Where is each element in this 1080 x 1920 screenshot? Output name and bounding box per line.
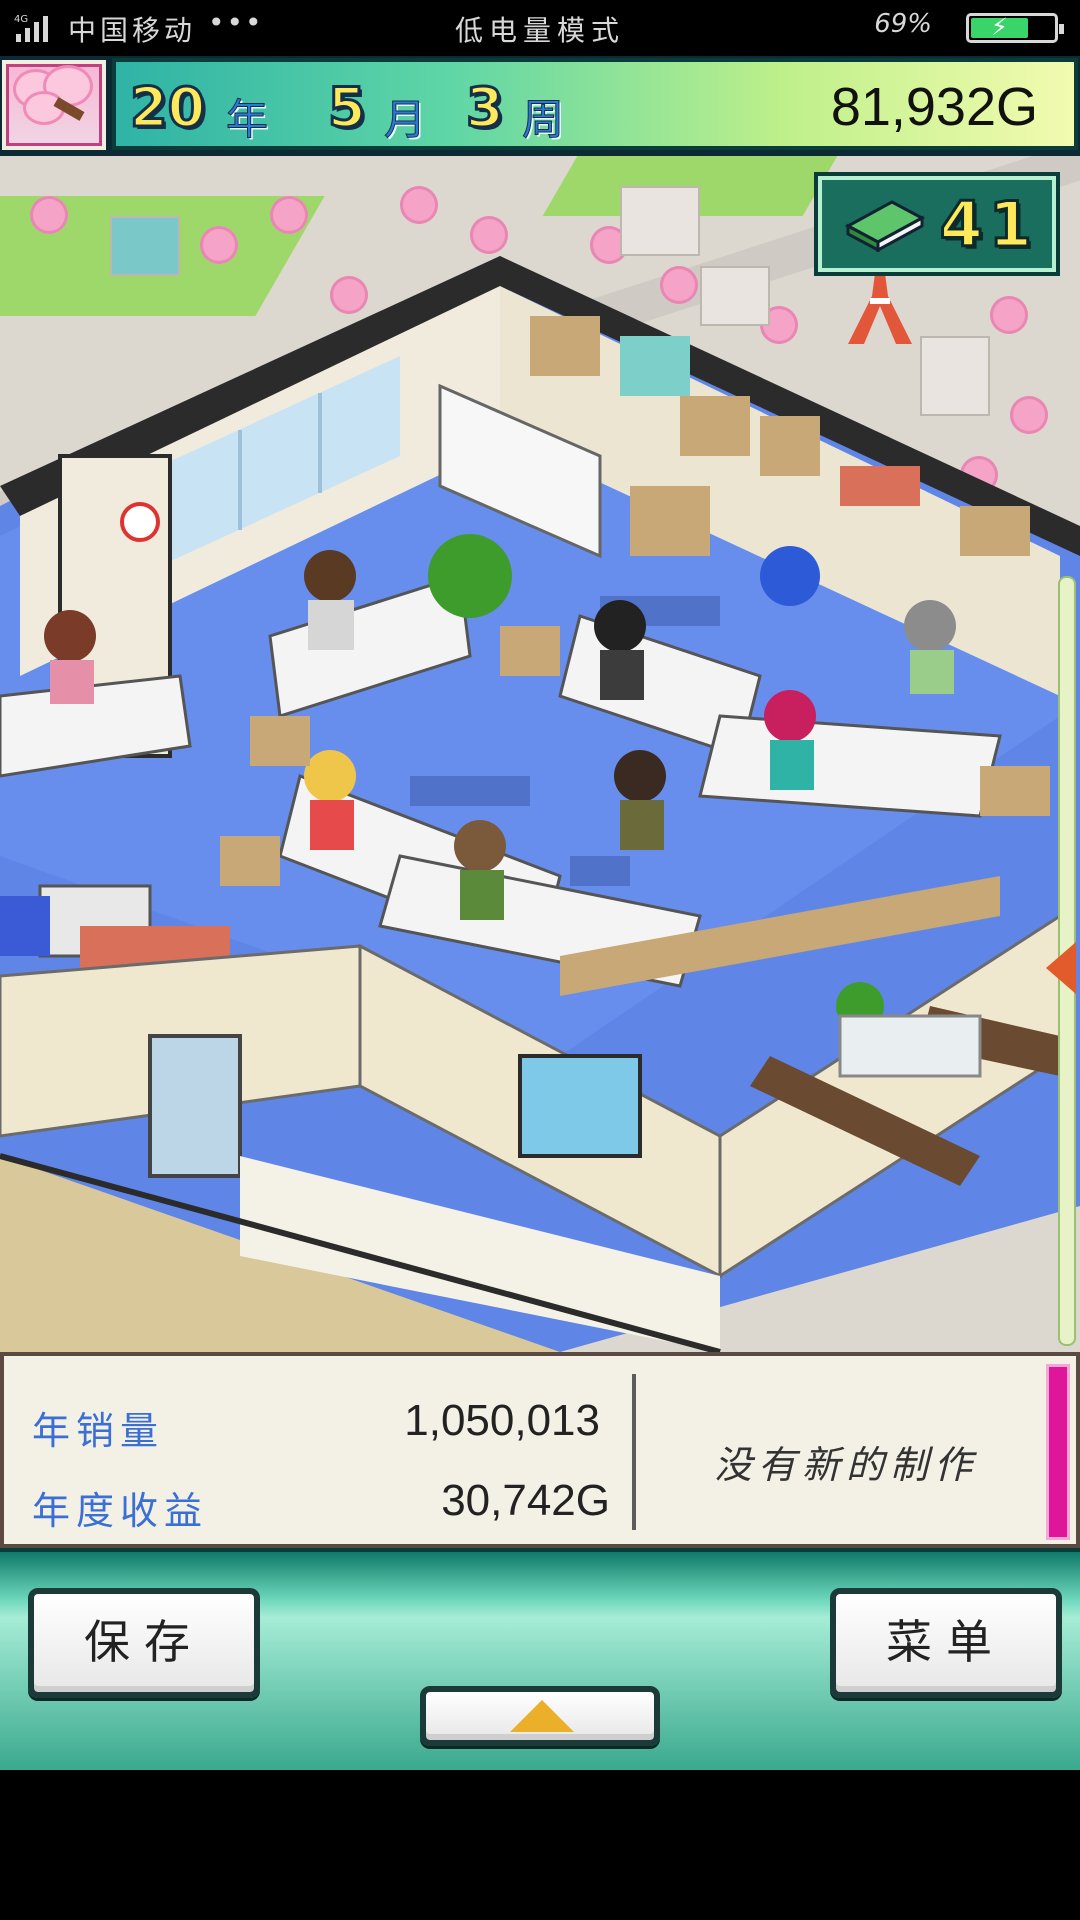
battery-icon: ⚡ (966, 13, 1064, 43)
week-number: 3 (465, 75, 506, 141)
chevron-left-icon[interactable] (1046, 942, 1076, 994)
progress-gauge (1046, 1364, 1070, 1540)
year-number: 20 (128, 75, 206, 141)
menu-button[interactable]: 菜单 (830, 1588, 1062, 1698)
production-status: 没有新的制作 (713, 1443, 978, 1487)
cherry-blossom-icon[interactable] (2, 60, 106, 150)
book-icon (844, 200, 926, 252)
charging-bolt-icon: ⚡ (991, 13, 1008, 41)
battery-percent: 69% (874, 9, 932, 39)
annual-sales-value: 1,050,013 (404, 1396, 600, 1445)
save-button[interactable]: 保存 (28, 1588, 260, 1698)
month-number: 5 (327, 75, 368, 141)
money-amount: 81,932G (830, 77, 1038, 137)
books-counter[interactable]: 41 (814, 172, 1060, 276)
screen-bottom (0, 1770, 1080, 1920)
office-floor[interactable] (0, 156, 1080, 1352)
month-unit: 月 (383, 95, 427, 145)
chevron-up-icon (510, 1700, 574, 1732)
annual-revenue-label: 年度收益 (32, 1489, 209, 1533)
bottom-toolbar: 保存 菜单 (0, 1548, 1080, 1770)
annual-sales-label: 年销量 (32, 1409, 165, 1453)
expand-button[interactable] (420, 1686, 660, 1746)
books-count: 41 (938, 187, 1038, 263)
annual-revenue-value: 30,742G (441, 1476, 610, 1525)
game-top-bar: 20 年 5 月 3 周 81,932G (0, 56, 1080, 156)
status-bar: 4G 中国移动 ••• 低电量模式 69% ⚡ (0, 0, 1080, 56)
office-view[interactable]: 41 (0, 156, 1080, 1352)
sales-info-panel: 年销量 1,050,013 年度收益 30,742G 没有新的制作 (0, 1352, 1080, 1548)
week-unit: 周 (521, 95, 565, 145)
date-bar: 20 年 5 月 3 周 81,932G (112, 58, 1078, 150)
year-unit: 年 (225, 95, 269, 145)
